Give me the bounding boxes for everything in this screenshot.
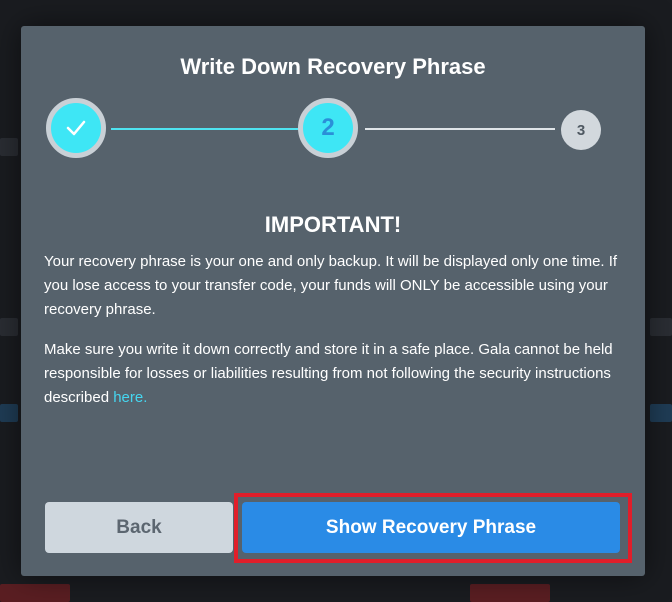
step-1-complete	[46, 98, 106, 158]
progress-line-completed	[111, 128, 301, 130]
checkmark-icon	[66, 120, 86, 136]
show-recovery-phrase-button[interactable]: Show Recovery Phrase	[242, 502, 620, 553]
back-button[interactable]: Back	[45, 502, 233, 553]
step-2-active: 2	[298, 98, 358, 158]
background-item	[0, 138, 18, 156]
background-item	[0, 318, 18, 336]
warning-paragraph-1: Your recovery phrase is your one and onl…	[44, 253, 618, 318]
important-heading: IMPORTANT!	[264, 212, 402, 237]
modal-title: Write Down Recovery Phrase	[180, 54, 486, 79]
warning-paragraph-2: Make sure you write it down correctly an…	[44, 338, 626, 410]
background-item	[0, 584, 70, 602]
security-instructions-link[interactable]: here.	[113, 389, 147, 406]
step-3-label: 3	[576, 121, 586, 139]
background-item	[650, 404, 672, 422]
step-2-label: 2	[321, 114, 335, 141]
progress-line-pending	[365, 128, 555, 130]
background-item	[0, 404, 18, 422]
step-3-inactive: 3	[561, 110, 601, 150]
background-item	[650, 318, 672, 336]
recovery-phrase-modal: Write Down Recovery Phrase 2 3 IMPORTANT…	[21, 26, 645, 576]
background-item	[470, 584, 550, 602]
